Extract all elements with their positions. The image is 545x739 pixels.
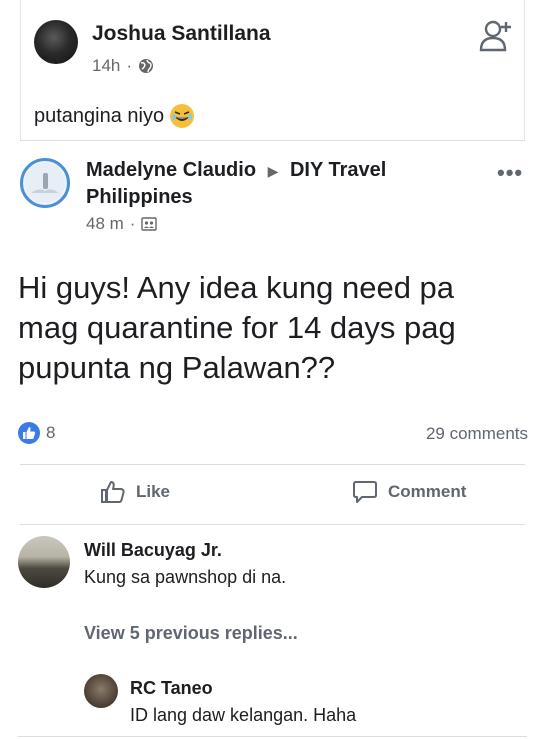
comment-bubble-icon (353, 481, 377, 503)
laughing-emoji-icon (170, 104, 195, 128)
meta-dot: · (126, 56, 133, 75)
divider (18, 736, 527, 737)
like-button[interactable]: Like (100, 480, 170, 504)
triangle-right-icon: ▶ (267, 163, 279, 179)
post-meta: 48 m · (86, 214, 158, 234)
avatar[interactable] (34, 20, 78, 64)
comment-text: Kung sa pawnshop di na. (84, 567, 287, 587)
globe-icon (139, 59, 154, 73)
avatar[interactable] (18, 536, 70, 588)
add-friend-icon[interactable] (478, 18, 514, 54)
post-body: Hi guys! Any idea kung need pa mag quara… (18, 270, 456, 385)
post-separator (20, 140, 525, 141)
post-header-names: Madelyne Claudio ▶ DIY Travel Philippine… (86, 157, 426, 210)
post-time[interactable]: 48 m (86, 214, 124, 234)
post-author-name[interactable]: Madelyne Claudio (86, 159, 256, 181)
avatar[interactable] (84, 674, 118, 708)
post-text-content: putangina niyo (34, 104, 165, 127)
post1-left-border (20, 0, 21, 140)
like-label: Like (136, 482, 171, 501)
view-previous-replies-link[interactable]: View 5 previous replies... (84, 623, 298, 644)
post-text: putangina niyo (34, 104, 195, 128)
thumbs-up-icon (101, 481, 125, 503)
reply-text: ID lang daw kelangan. Haha (130, 705, 357, 725)
meta-dot: · (129, 214, 136, 233)
reply-author[interactable]: RC Taneo (130, 678, 213, 699)
post-time[interactable]: 14h (92, 56, 120, 76)
like-count: 8 (46, 423, 56, 442)
comment-button[interactable]: Comment (352, 480, 466, 504)
divider (20, 524, 525, 525)
comment-label: Comment (388, 482, 467, 501)
group-icon (141, 217, 158, 231)
like-reaction-icon (18, 422, 40, 444)
group-post-avatar[interactable] (20, 158, 70, 208)
more-options-button[interactable]: ••• (497, 160, 523, 186)
comment-author[interactable]: Will Bacuyag Jr. (84, 540, 222, 561)
post-meta: 14h · (92, 56, 154, 76)
post-author-name[interactable]: Joshua Santillana (92, 22, 271, 46)
divider (20, 464, 525, 465)
reactions-summary[interactable]: 8 (18, 422, 55, 444)
post1-right-border (524, 0, 525, 140)
comments-count-link[interactable]: 29 comments (426, 424, 528, 444)
